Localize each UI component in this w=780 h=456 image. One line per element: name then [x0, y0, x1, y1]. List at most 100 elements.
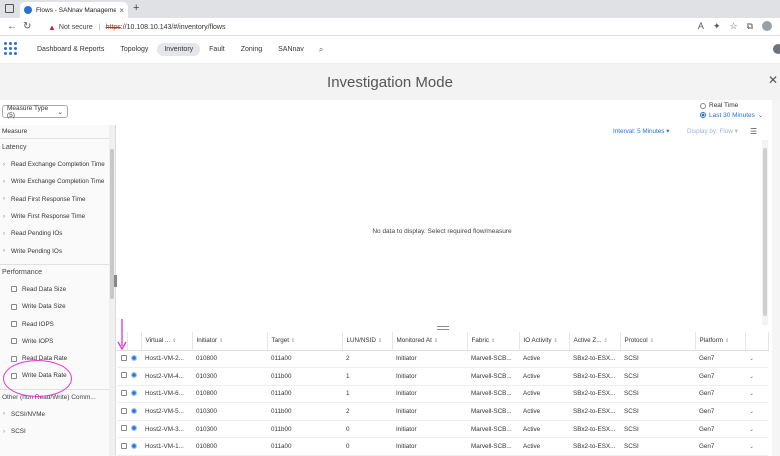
row-checkbox[interactable] [121, 354, 127, 361]
row-radio[interactable] [131, 389, 137, 396]
row-expand-cell[interactable]: ⌄ [745, 437, 768, 456]
table-row[interactable]: Host2-VM-4... 010300 011b00 1 Initiator Marve… [117, 367, 768, 386]
chevron-down-icon[interactable]: ⌄ [749, 427, 754, 433]
nav-fault[interactable]: Fault [202, 43, 232, 56]
last-30-radio[interactable] [700, 112, 706, 118]
measure-item[interactable]: › SCSI [0, 423, 115, 440]
row-expand-cell[interactable]: ⌄ [745, 420, 768, 439]
real-time-radio[interactable] [700, 102, 706, 109]
table-row[interactable]: Host1-VM-6... 010800 011a00 1 Initiator Marve… [117, 385, 768, 404]
window-menu-icon[interactable] [5, 4, 14, 13]
checkbox[interactable] [11, 303, 17, 310]
user-avatar[interactable] [773, 44, 780, 54]
measure-item[interactable]: › Write Pending IOs [0, 242, 115, 259]
measure-item[interactable]: › Write First Response Time [0, 208, 115, 225]
back-arrow-icon[interactable]: ← [7, 21, 17, 32]
interval-dropdown[interactable]: Interval: 5 Minutes ▾ [613, 128, 669, 135]
table-row[interactable]: Host2-VM-3... 010300 011b00 0 Initiator Marve… [117, 420, 768, 439]
sannav-logo-icon[interactable] [4, 41, 20, 58]
checkbox[interactable] [11, 338, 17, 345]
column-header-monitored-at[interactable]: Monitored At ⇕ [392, 332, 468, 351]
nav-inventory[interactable]: Inventory [157, 43, 201, 56]
row-checkbox[interactable] [121, 407, 127, 414]
column-header-initiator[interactable]: Initiator ⇕ [192, 332, 268, 351]
chevron-down-icon[interactable]: ⌄ [749, 409, 754, 415]
row-checkbox[interactable] [121, 389, 127, 396]
measure-checkbox-item[interactable]: Write Data Size [0, 298, 115, 315]
column-header-protocol[interactable]: Protocol ⇕ [620, 332, 696, 351]
row-expand-cell[interactable]: ⌄ [745, 367, 768, 386]
nav-dashboard-reports[interactable]: Dashboard & Reports [30, 43, 111, 56]
measure-item[interactable]: › Read Exchange Completion Time [0, 156, 115, 173]
checkbox[interactable] [11, 286, 17, 293]
row-radio[interactable] [131, 425, 137, 432]
row-radio-cell[interactable] [127, 385, 141, 404]
close-icon[interactable]: ✕ [768, 73, 778, 87]
collections-icon[interactable]: ⧉ [747, 21, 753, 32]
row-radio-cell[interactable] [127, 402, 141, 421]
nav-topology[interactable]: Topology [113, 43, 155, 56]
address-bar[interactable]: ▲ Not secure | https ://10.108.10.143/#/… [48, 20, 663, 34]
browser-tab[interactable]: Flows - SANnav Management P... × [20, 2, 128, 18]
measure-item[interactable]: › Read First Response Time [0, 191, 115, 208]
nav-sannav[interactable]: SANnav [271, 43, 311, 56]
measure-checkbox-item[interactable]: Read Data Size [0, 281, 115, 298]
new-tab-button[interactable]: + [133, 2, 139, 14]
row-radio[interactable] [131, 354, 137, 361]
checkbox[interactable] [11, 321, 17, 328]
chevron-down-icon[interactable]: ⌄ [749, 356, 754, 362]
chart-scrollbar[interactable] [762, 140, 768, 325]
row-expand-cell[interactable]: ⌄ [745, 385, 768, 404]
extensions-icon[interactable]: ✦ [713, 21, 721, 32]
real-time-option[interactable]: Real Time [700, 102, 763, 109]
chevron-down-icon[interactable]: ⌄ [749, 391, 754, 397]
row-select-cell[interactable] [117, 420, 127, 439]
column-header-io-activity[interactable]: IO Activity ⇕ [519, 332, 570, 351]
row-checkbox[interactable] [121, 372, 127, 379]
row-radio-cell[interactable] [127, 350, 141, 369]
row-checkbox[interactable] [121, 425, 127, 432]
row-radio[interactable] [131, 407, 137, 414]
measure-item[interactable]: › Read Pending IOs [0, 225, 115, 242]
display-by-dropdown[interactable]: Display by: Flow ▾ [687, 128, 738, 135]
profile-avatar-icon[interactable] [762, 21, 772, 31]
row-expand-cell[interactable]: ⌄ [745, 350, 768, 369]
measure-type-dropdown[interactable]: Measure Type (5) ⌄ [2, 105, 68, 119]
row-radio-cell[interactable] [127, 437, 141, 456]
measure-checkbox-item[interactable]: Write IOPS [0, 333, 115, 350]
row-radio-cell[interactable] [127, 420, 141, 439]
search-icon[interactable]: ⌕ [319, 45, 323, 55]
table-row[interactable]: Host2-VM-5... 010300 011b00 2 Initiator Marve… [117, 402, 768, 421]
row-select-cell[interactable] [117, 350, 127, 369]
last-30-minutes-option[interactable]: Last 30 Minutes ⌄ [700, 111, 763, 119]
measure-checkbox-item[interactable]: Read IOPS [0, 315, 115, 332]
row-checkbox[interactable] [121, 442, 127, 449]
row-select-cell[interactable] [117, 402, 127, 421]
nav-zoning[interactable]: Zoning [234, 43, 269, 56]
measure-item[interactable]: › SCSI/NVMe [0, 406, 115, 423]
column-header-lun-nsid[interactable]: LUN/NSID ⇕ [342, 332, 393, 351]
tab-close-icon[interactable]: × [119, 6, 124, 15]
row-select-cell[interactable] [117, 385, 127, 404]
reload-icon[interactable]: ↻ [23, 21, 31, 32]
row-radio[interactable] [131, 442, 137, 449]
hamburger-menu-icon[interactable]: ☰ [750, 127, 757, 136]
scrollbar-thumb[interactable] [763, 148, 767, 316]
measure-item[interactable]: › Write Exchange Completion Time [0, 173, 115, 190]
measure-panel-scrollbar[interactable] [109, 125, 115, 456]
row-select-cell[interactable] [117, 437, 127, 456]
column-header-virtual[interactable]: Virtual ... ⇕ [141, 332, 193, 351]
favorites-star-icon[interactable]: ☆ [729, 21, 737, 32]
read-aloud-icon[interactable]: A [698, 21, 704, 32]
chevron-down-icon[interactable]: ⌄ [749, 374, 754, 380]
row-expand-cell[interactable]: ⌄ [745, 402, 768, 421]
column-header-active-zone[interactable]: Active Z... ⇕ [569, 332, 621, 351]
row-radio[interactable] [131, 372, 137, 379]
column-header-target[interactable]: Target ⇕ [267, 332, 343, 351]
chevron-down-icon[interactable]: ⌄ [749, 444, 754, 450]
column-header-fabric[interactable]: Fabric ⇕ [467, 332, 520, 351]
checkbox[interactable] [11, 355, 17, 362]
table-row[interactable]: Host1-VM-2... 010800 011a00 2 Initiator Marve… [117, 350, 768, 369]
column-header-platform[interactable]: Platform ⇕ [695, 332, 746, 351]
row-select-cell[interactable] [117, 367, 127, 386]
